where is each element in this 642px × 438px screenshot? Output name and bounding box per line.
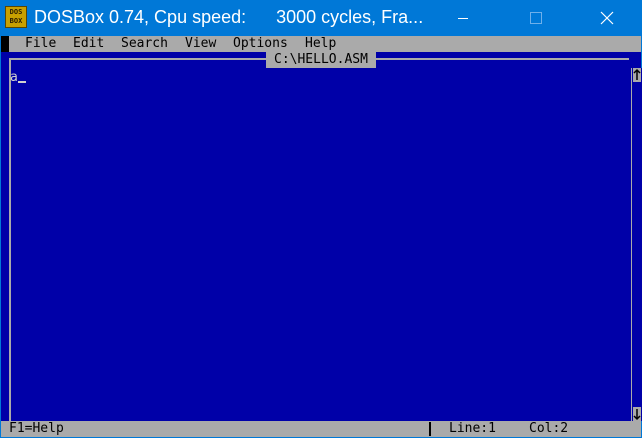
close-button[interactable] bbox=[584, 0, 630, 36]
icon-text-top: DOS bbox=[9, 8, 23, 16]
menu-search[interactable]: Search bbox=[121, 37, 168, 51]
editor-text[interactable]: a bbox=[10, 70, 26, 86]
menu-bar-edge bbox=[1, 36, 9, 52]
status-bar: F1=Help Line:1 Col:2 bbox=[1, 421, 641, 437]
close-icon bbox=[600, 11, 614, 25]
menu-view[interactable]: View bbox=[185, 37, 216, 51]
editor-frame-left bbox=[9, 58, 11, 422]
dosbox-window: DOS BOX DOSBox 0.74, Cpu speed: 3000 cyc… bbox=[0, 0, 642, 438]
arrow-up-icon bbox=[633, 68, 641, 80]
scroll-down-button[interactable] bbox=[633, 407, 641, 421]
menu-file[interactable]: File bbox=[25, 37, 56, 51]
menu-bar: File Edit Search View Options Help bbox=[1, 36, 641, 52]
dosbox-app-icon[interactable]: DOS BOX bbox=[5, 6, 27, 28]
menu-options[interactable]: Options bbox=[233, 37, 288, 51]
editor-content: a bbox=[10, 70, 18, 85]
minimize-icon bbox=[458, 18, 468, 19]
icon-text-bottom: BOX bbox=[9, 17, 23, 25]
arrow-down-icon bbox=[633, 409, 641, 421]
editor-area[interactable]: C:\HELLO.ASM a bbox=[1, 52, 642, 422]
maximize-icon bbox=[530, 12, 542, 24]
menu-edit[interactable]: Edit bbox=[73, 37, 104, 51]
dos-screen[interactable]: File Edit Search View Options Help C:\HE… bbox=[1, 36, 642, 437]
text-cursor bbox=[17, 81, 26, 83]
status-separator bbox=[429, 422, 431, 436]
title-bar[interactable]: DOS BOX DOSBox 0.74, Cpu speed: 3000 cyc… bbox=[0, 0, 642, 36]
scroll-up-button[interactable] bbox=[633, 68, 641, 82]
minimize-button[interactable] bbox=[440, 0, 486, 36]
status-help[interactable]: F1=Help bbox=[9, 422, 64, 436]
maximize-button[interactable] bbox=[513, 0, 559, 36]
vertical-scrollbar[interactable] bbox=[631, 68, 642, 421]
status-col: Col:2 bbox=[529, 421, 569, 436]
status-line: Line:1 bbox=[449, 421, 496, 436]
menu-help[interactable]: Help bbox=[305, 37, 336, 51]
file-title: C:\HELLO.ASM bbox=[266, 52, 376, 68]
window-title: DOSBox 0.74, Cpu speed: 3000 cycles, Fra… bbox=[34, 7, 424, 27]
